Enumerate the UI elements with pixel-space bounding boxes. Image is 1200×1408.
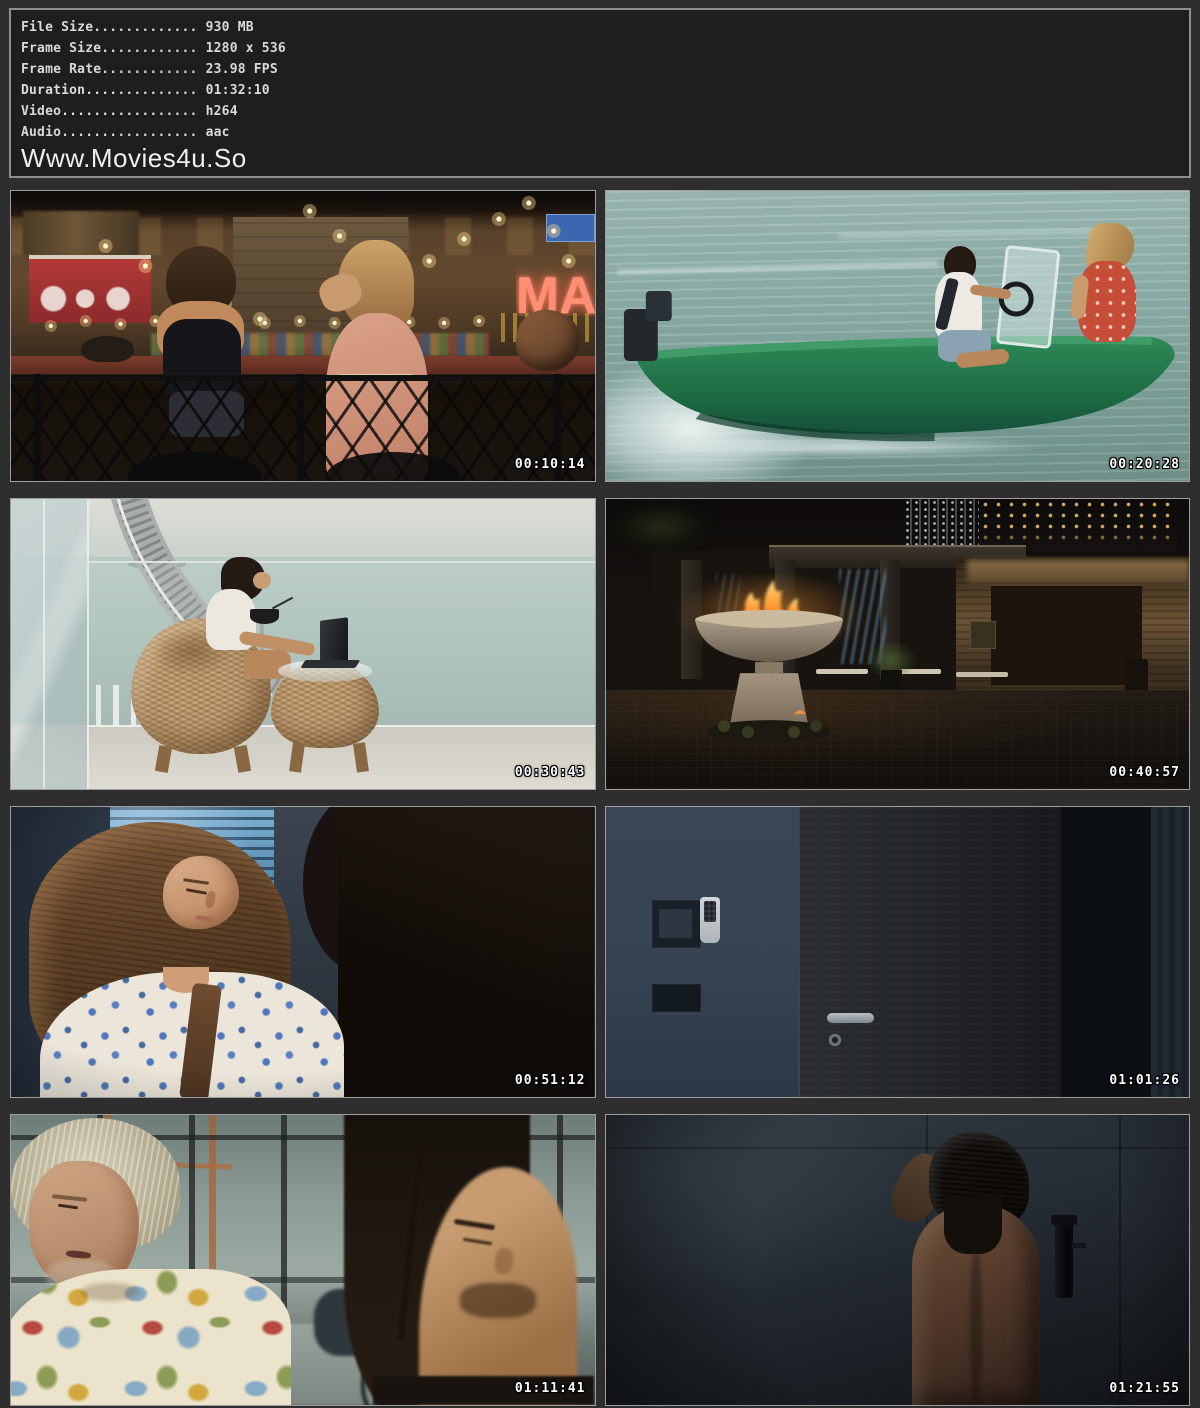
screenshot-grid: MA (10, 190, 1190, 1406)
info-line-frame-rate: Frame Rate............ 23.98 FPS (21, 59, 1179, 80)
railing-post-left (34, 374, 41, 481)
info-line-video: Video................. h264 (21, 101, 1179, 122)
screenshot-two-men: 01:11:41 (10, 1114, 596, 1406)
dark-entry (991, 586, 1143, 685)
screenshot-night-market: MA (10, 190, 596, 482)
shirt-collar-shadow (81, 1283, 139, 1300)
glass-wall-frame (43, 499, 45, 789)
screenshot-motorboat: 00:20:28 (605, 190, 1191, 482)
screenshot-woman-blouse: 00:51:12 (10, 806, 596, 1098)
info-line-frame-size: Frame Size............ 1280 x 536 (21, 38, 1179, 59)
wall-sign (970, 621, 995, 649)
right-ceiling-glow (967, 560, 1189, 583)
timestamp-8: 01:21:55 (1109, 1381, 1180, 1396)
timestamp-1: 00:10:14 (515, 457, 586, 472)
screenshot-shower: 01:21:55 (605, 1114, 1191, 1406)
site-watermark: Www.Movies4u.So (21, 144, 1179, 172)
passenger-red-dress (1078, 261, 1136, 342)
switch-buttons (659, 909, 692, 938)
young-man-beard (460, 1283, 536, 1318)
purse-left (81, 336, 134, 362)
woman-face (253, 572, 271, 589)
railing-post-mid (297, 374, 304, 481)
bench-3 (956, 672, 1009, 677)
shower-vignette (606, 1115, 1190, 1405)
black-bowl (250, 609, 279, 624)
wall-phone-keys (704, 901, 717, 921)
door (798, 807, 1063, 1097)
info-line-duration: Duration.............. 01:32:10 (21, 80, 1179, 101)
screenshot-courtyard: 00:40:57 (605, 498, 1191, 790)
blue-wall-left (606, 807, 799, 1097)
screenshot-balcony: 00:30:43 (10, 498, 596, 790)
info-line-file-size: File Size............. 930 MB (21, 17, 1179, 38)
floral-shirt (10, 1269, 291, 1406)
timestamp-3: 00:30:43 (515, 765, 586, 780)
curtain-strip (1151, 807, 1189, 1097)
timestamp-6: 01:01:26 (1109, 1073, 1180, 1088)
balcony-post-1 (96, 685, 102, 726)
screenshot-dark-door: 01:01:26 (605, 806, 1191, 1098)
timestamp-4: 00:40:57 (1109, 765, 1180, 780)
timestamp-5: 00:51:12 (515, 1073, 586, 1088)
laptop-base (300, 660, 360, 668)
door-handle (827, 1013, 874, 1023)
door-handle-rose (828, 1033, 842, 1046)
media-info-panel: File Size............. 930 MB Frame Size… (9, 8, 1191, 178)
lower-panel (652, 984, 701, 1012)
leather-bag-right (516, 310, 580, 371)
laptop-screen (320, 618, 348, 665)
timestamp-2: 00:20:28 (1109, 457, 1180, 472)
fire-fountain-graphic (664, 574, 874, 742)
glass-wall-left (11, 499, 89, 789)
timestamp-7: 01:11:41 (515, 1381, 586, 1396)
info-line-audio: Audio................. aac (21, 122, 1179, 143)
scene-vignette (11, 807, 595, 1097)
balcony-post-2 (113, 685, 119, 726)
